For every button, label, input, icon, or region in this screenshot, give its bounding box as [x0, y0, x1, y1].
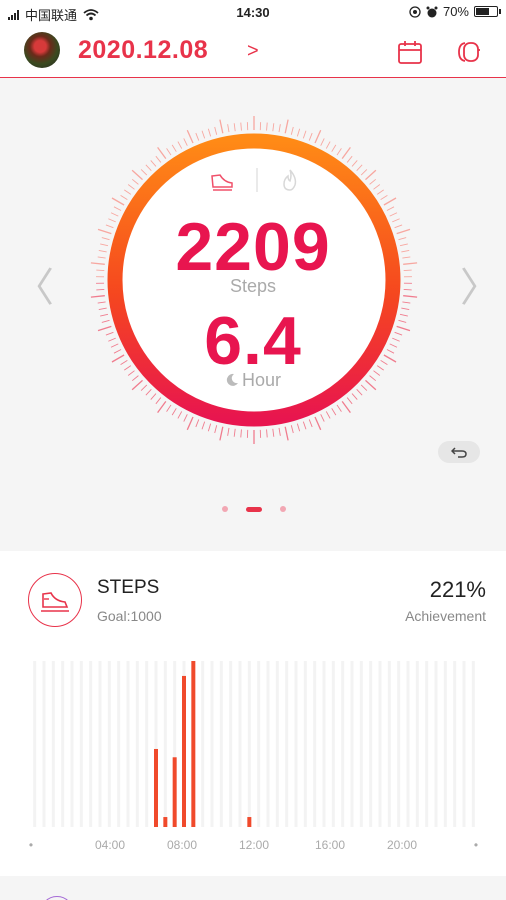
battery-icon	[474, 6, 501, 17]
undo-icon	[451, 447, 467, 458]
chart-bg-bar	[163, 661, 167, 827]
date-title[interactable]: 2020.12.08	[78, 36, 208, 65]
chart-bg-bar	[33, 661, 37, 827]
alarm-icon	[426, 6, 438, 17]
chart-bg-bar	[247, 661, 251, 827]
chart-bg-bar	[89, 661, 93, 827]
chart-x-tick: 20:00	[387, 838, 417, 852]
chart-bg-bar	[369, 661, 373, 827]
avatar[interactable]	[24, 32, 60, 68]
next-arrow[interactable]: 〉	[460, 255, 500, 313]
chart-bg-bar	[42, 661, 46, 827]
page-dot[interactable]	[246, 507, 262, 512]
chart-bar[interactable]	[247, 817, 252, 827]
moon-icon	[226, 373, 238, 386]
page-indicator	[0, 504, 506, 512]
chart-bg-bar	[341, 661, 345, 827]
chart-bg-bar	[79, 661, 83, 827]
chart-bg-bar	[135, 661, 139, 827]
undo-button[interactable]	[438, 441, 480, 463]
page-dot[interactable]	[280, 506, 286, 512]
chart-bg-bar	[126, 661, 130, 827]
sleep-hours: 6.4	[204, 303, 302, 379]
chart-bg-bar	[275, 661, 279, 827]
chart-bg-bar	[98, 661, 102, 827]
steps-shoe-icon	[28, 573, 82, 627]
chart-bg-bar	[425, 661, 429, 827]
chart-bg-bar	[415, 661, 419, 827]
chart-bg-bar	[397, 661, 401, 827]
activity-dial-panel[interactable]: 2209 Steps 6.4 Hour 〈 〉	[0, 80, 506, 550]
chart-bg-bar	[257, 661, 261, 827]
steps-hourly-chart[interactable]: • 04:00 08:00 12:00 16:00 20:00 •	[0, 651, 506, 861]
next-card-icon	[40, 896, 74, 900]
chart-bg-bar	[462, 661, 466, 827]
chart-bg-bar	[70, 661, 74, 827]
chart-bar[interactable]	[191, 661, 196, 827]
chart-bar[interactable]	[163, 817, 168, 827]
chart-bg-bar	[359, 661, 363, 827]
chart-bg-bar	[238, 661, 242, 827]
chart-bg-bar	[210, 661, 214, 827]
chart-bg-bar	[117, 661, 121, 827]
steps-goal: Goal:1000	[97, 608, 162, 624]
previous-arrow[interactable]: 〈	[14, 255, 54, 313]
chart-bg-bar	[219, 661, 223, 827]
chart-bg-bar	[331, 661, 335, 827]
sleep-label-row: Hour	[0, 370, 506, 391]
chart-bg-bar	[378, 661, 382, 827]
chart-bar[interactable]	[182, 675, 186, 827]
chart-bg-bar	[266, 661, 270, 827]
chart-bar[interactable]	[172, 757, 177, 827]
steps-card[interactable]: STEPS Goal:1000 221% Achievement • 04:00 0…	[0, 551, 506, 876]
chart-bg-bar	[313, 661, 317, 827]
achievement-value: 221%	[429, 577, 486, 602]
watch-icon[interactable]	[456, 38, 484, 66]
chart-x-tick: 16:00	[315, 838, 345, 852]
chevron-right-icon[interactable]: >	[247, 40, 259, 63]
calendar-icon[interactable]	[396, 38, 424, 66]
chart-bg-bar	[387, 661, 391, 827]
chart-bg-bar	[322, 661, 326, 827]
chart-bar[interactable]	[154, 748, 158, 827]
battery-percent: 70%	[442, 4, 469, 19]
steps-label: Steps	[229, 276, 277, 296]
next-card-peek	[0, 878, 506, 900]
chart-bg-bar	[294, 661, 298, 827]
chart-bg-bar	[229, 661, 233, 827]
orientation-lock-icon	[409, 5, 421, 18]
chart-bg-bar	[285, 661, 289, 827]
sleep-label: Hour	[241, 370, 281, 390]
chart-bg-bar	[443, 661, 447, 827]
status-bar: 中国联通 14:30 70%	[0, 0, 506, 26]
chart-bg-bar	[471, 661, 475, 827]
chart-bg-bar	[406, 661, 410, 827]
steps-count: 2209	[175, 209, 331, 285]
chart-bg-bar	[453, 661, 457, 827]
chart-x-tick: •	[474, 838, 478, 852]
chart-x-tick: 08:00	[167, 838, 197, 852]
achievement-label: Achievement	[405, 608, 486, 624]
chart-bg-bar	[107, 661, 111, 827]
chart-x-tick: 04:00	[95, 838, 125, 852]
chart-bg-bar	[51, 661, 55, 827]
chart-bg-bar	[434, 661, 438, 827]
chart-x-tick: 12:00	[239, 838, 269, 852]
page-dot[interactable]	[222, 506, 228, 512]
chart-bg-bar	[350, 661, 354, 827]
chart-bg-bar	[61, 661, 65, 827]
chart-bg-bar	[303, 661, 307, 827]
chart-bg-bar	[201, 661, 205, 827]
chart-bg-bar	[145, 661, 149, 827]
steps-title: STEPS	[97, 577, 160, 598]
header: 2020.12.08 >	[0, 26, 506, 78]
chart-x-tick: •	[29, 838, 33, 852]
